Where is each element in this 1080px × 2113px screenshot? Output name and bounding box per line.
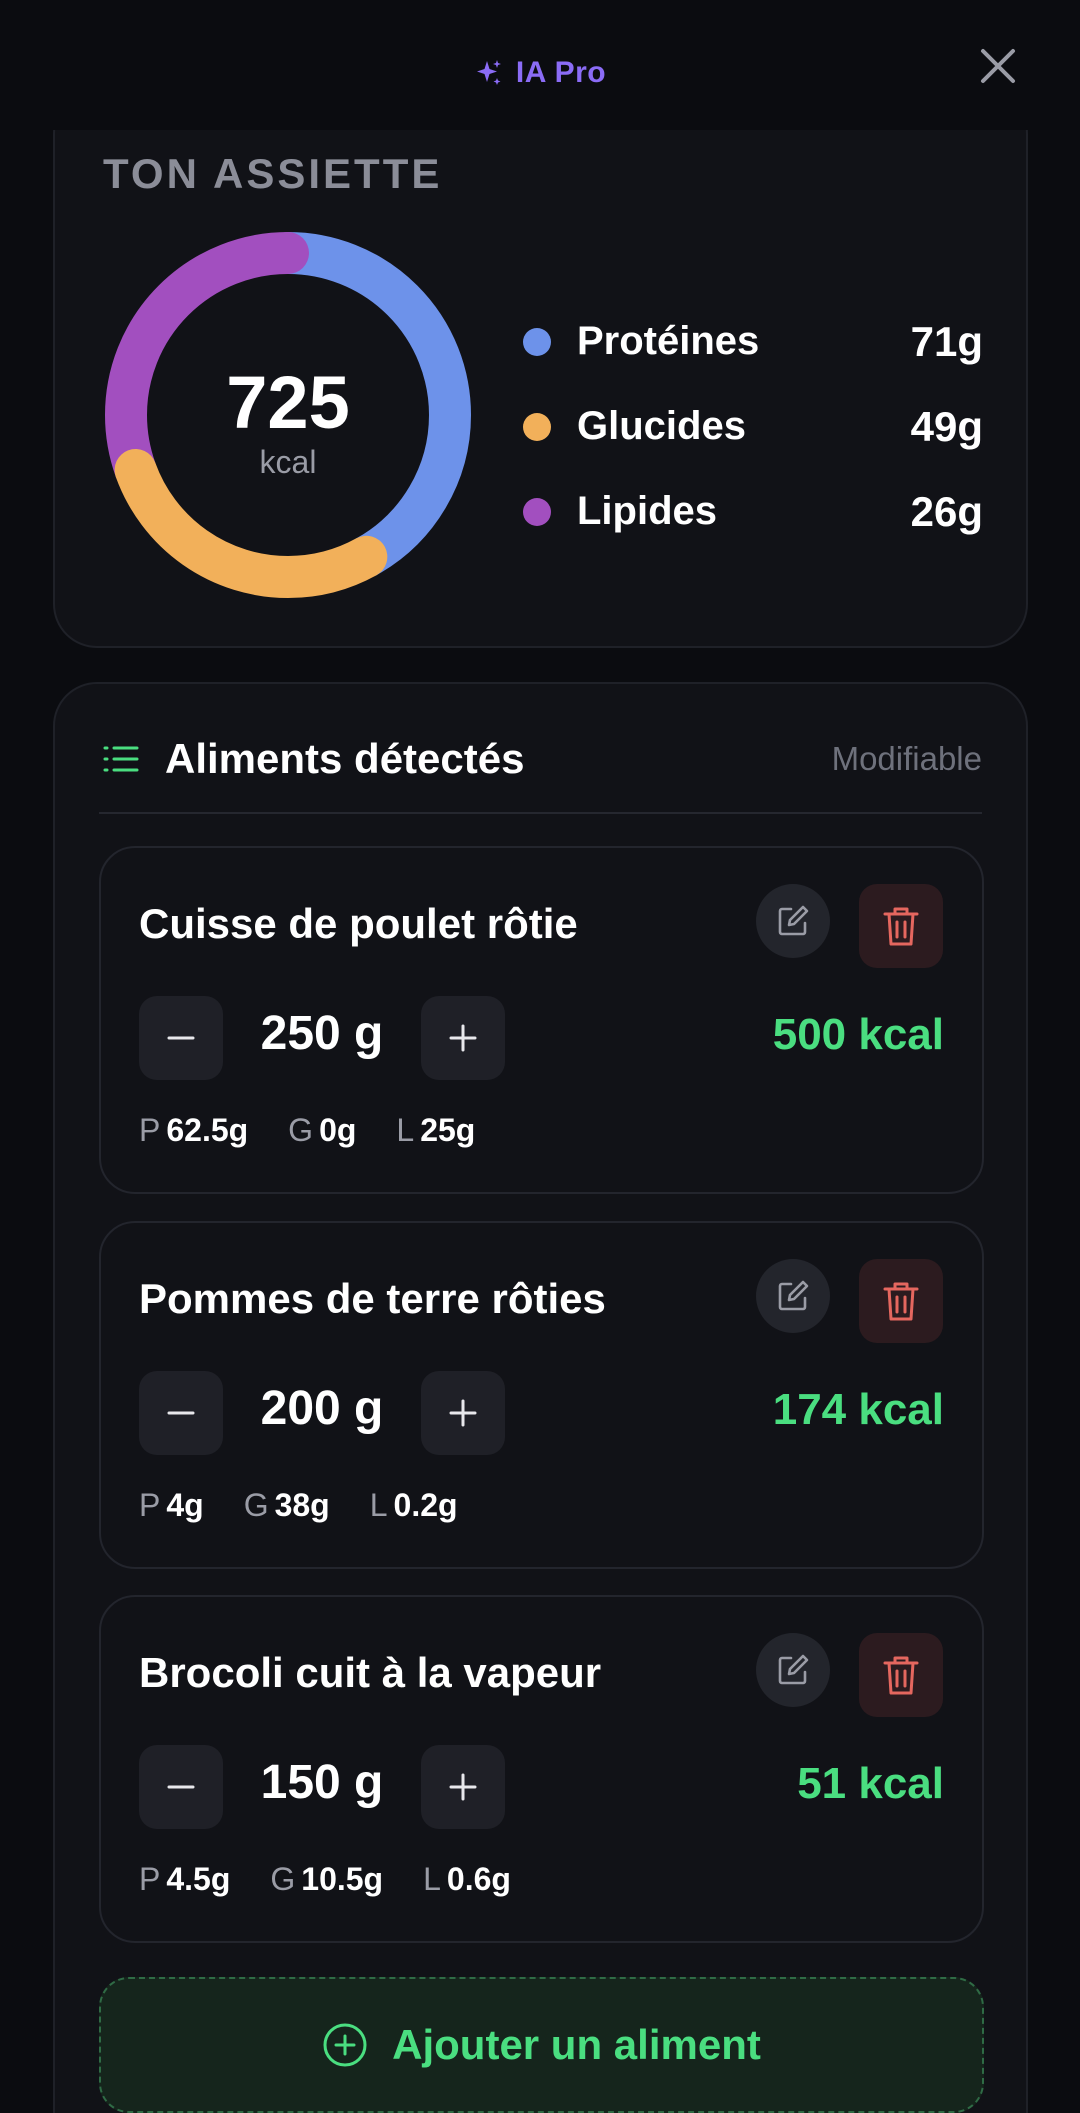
- delete-button[interactable]: [859, 1633, 943, 1717]
- quantity-value[interactable]: 200 g: [223, 1381, 421, 1436]
- food-kcal: 500 kcal: [772, 1010, 944, 1059]
- quantity-value[interactable]: 250 g: [223, 1006, 421, 1061]
- food-item: Cuisse de poulet rôtie 250 g 500 kcal P …: [99, 846, 984, 1194]
- section-title: TON ASSIETTE: [103, 150, 443, 197]
- close-button[interactable]: [976, 44, 1020, 88]
- macro-lipides: L 0.2g: [369, 1487, 458, 1523]
- legend-row-glucides: Glucides 49g: [523, 384, 983, 469]
- brand-label: IA Pro: [515, 56, 607, 89]
- legend-value: 26g: [910, 487, 983, 535]
- macro-glucides: G 10.5g: [270, 1861, 384, 1897]
- edit-icon: [778, 905, 809, 936]
- decrease-quantity-button[interactable]: [139, 996, 223, 1080]
- food-macros: P 62.5g G 0g L 25g: [139, 1112, 475, 1149]
- total-kcal-value: 725: [226, 361, 350, 444]
- top-bar: IA Pro: [0, 0, 1080, 130]
- legend-dot: [523, 327, 551, 356]
- edit-icon: [778, 1654, 809, 1685]
- macro-lipides: L 0.6g: [423, 1861, 511, 1897]
- legend-value: 71g: [910, 317, 983, 365]
- minus-icon: [167, 1411, 195, 1415]
- trash-icon: [883, 907, 919, 946]
- decrease-quantity-button[interactable]: [139, 1371, 223, 1455]
- edit-button[interactable]: [756, 1259, 830, 1333]
- sparkle-icon: [476, 60, 501, 85]
- edit-button[interactable]: [756, 1633, 830, 1707]
- legend-label: Lipides: [577, 489, 718, 533]
- legend-label: Glucides: [577, 404, 746, 448]
- add-food-button[interactable]: Ajouter un aliment: [99, 1977, 984, 2113]
- legend-row-proteines: Protéines 71g: [523, 299, 983, 384]
- food-name: Brocoli cuit à la vapeur: [139, 1649, 602, 1696]
- macro-proteines: P 4g: [139, 1487, 204, 1523]
- legend-row-lipides: Lipides 26g: [523, 469, 983, 554]
- editable-badge: Modifiable: [831, 740, 982, 777]
- trash-icon: [883, 1282, 919, 1321]
- plus-icon: [449, 1399, 477, 1427]
- add-food-label: Ajouter un aliment: [392, 2021, 761, 2068]
- list-icon: [103, 746, 139, 772]
- decrease-quantity-button[interactable]: [139, 1745, 223, 1829]
- quantity-value[interactable]: 150 g: [223, 1755, 421, 1810]
- macro-proteines: P 62.5g: [139, 1112, 249, 1148]
- macro-legend: Protéines 71g Glucides 49g Lipides 26g: [523, 299, 983, 554]
- macro-proteines: P 4.5g: [139, 1861, 231, 1897]
- food-item: Brocoli cuit à la vapeur 150 g 51 kcal P…: [99, 1595, 984, 1943]
- food-item: Pommes de terre rôties 200 g 174 kcal P …: [99, 1221, 984, 1569]
- edit-button[interactable]: [756, 884, 830, 958]
- total-kcal-unit: kcal: [259, 444, 317, 480]
- brand: IA Pro: [0, 56, 1080, 90]
- detected-foods-card: Aliments détectés Modifiable Cuisse de p…: [53, 682, 1028, 2113]
- plate-summary-card: TON ASSIETTE 725 kcal Protéines 71g Gluc…: [53, 90, 1028, 648]
- legend-value: 49g: [910, 402, 983, 450]
- macro-lipides: L 25g: [396, 1112, 476, 1148]
- minus-icon: [167, 1036, 195, 1040]
- page: IA Pro TON ASSIETTE 725 kcal Protéines 7…: [0, 0, 1080, 2113]
- close-icon: [981, 49, 1015, 83]
- detected-foods-title: Aliments détectés: [165, 735, 525, 782]
- legend-label: Protéines: [577, 319, 760, 363]
- food-kcal: 174 kcal: [772, 1385, 944, 1434]
- legend-dot: [523, 497, 551, 526]
- food-name: Cuisse de poulet rôtie: [139, 900, 578, 947]
- macro-glucides: G 38g: [243, 1487, 330, 1523]
- delete-button[interactable]: [859, 1259, 943, 1343]
- macro-glucides: G 0g: [288, 1112, 357, 1148]
- edit-icon: [778, 1280, 809, 1311]
- delete-button[interactable]: [859, 884, 943, 968]
- food-name: Pommes de terre rôties: [139, 1275, 606, 1322]
- trash-icon: [883, 1656, 919, 1695]
- minus-icon: [167, 1785, 195, 1789]
- food-kcal: 51 kcal: [797, 1759, 944, 1808]
- plus-circle-icon: [323, 2023, 367, 2067]
- food-macros: P 4g G 38g L 0.2g: [139, 1487, 458, 1524]
- detected-foods-header: Aliments détectés Modifiable: [101, 724, 982, 794]
- increase-quantity-button[interactable]: [421, 1371, 505, 1455]
- plus-icon: [449, 1773, 477, 1801]
- legend-dot: [523, 412, 551, 441]
- plus-icon: [449, 1024, 477, 1052]
- food-macros: P 4.5g G 10.5g L 0.6g: [139, 1861, 511, 1898]
- divider: [99, 812, 982, 814]
- increase-quantity-button[interactable]: [421, 996, 505, 1080]
- increase-quantity-button[interactable]: [421, 1745, 505, 1829]
